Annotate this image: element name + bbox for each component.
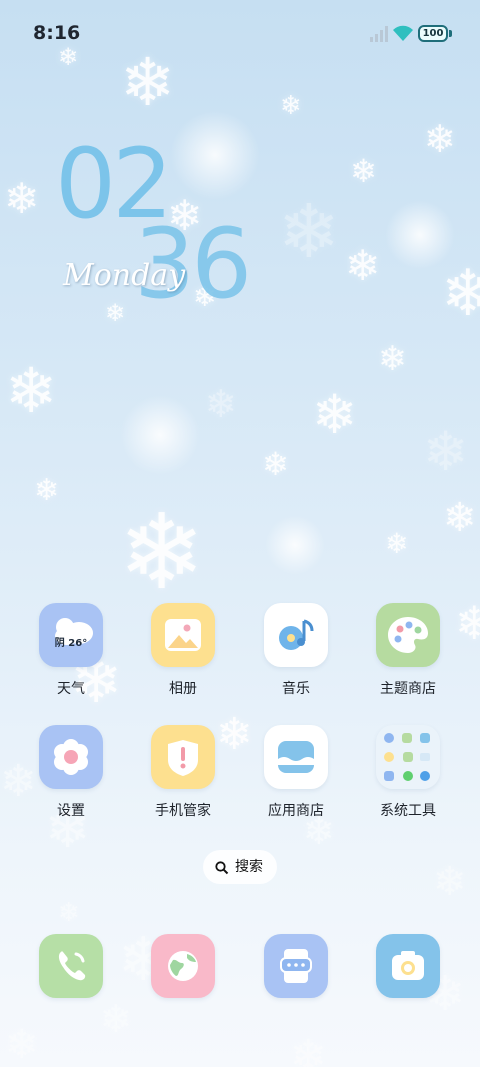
camera-icon bbox=[376, 934, 440, 998]
snowflake-icon: ❄ bbox=[5, 354, 57, 427]
store-icon bbox=[264, 725, 328, 789]
weather-badge: 阴 26° bbox=[54, 638, 88, 649]
app-app-store[interactable]: 应用商店 bbox=[246, 725, 346, 820]
snowflake-icon: ❄ bbox=[385, 527, 409, 560]
app-gallery[interactable]: 相册 bbox=[133, 603, 233, 698]
phone-icon bbox=[39, 934, 103, 998]
snowflake-icon: ❄ bbox=[118, 491, 206, 613]
app-phone-manager[interactable]: 手机管家 bbox=[133, 725, 233, 820]
snowflake-icon: ❄ bbox=[455, 596, 480, 650]
snowflake-icon: ❄ bbox=[278, 189, 341, 275]
snowflake-icon: ❄ bbox=[5, 1022, 39, 1067]
folder-system-tools[interactable]: 系统工具 bbox=[358, 725, 458, 820]
snowflake-icon: ❄ bbox=[423, 420, 469, 483]
snowflake-icon: ❄ bbox=[378, 339, 407, 379]
palette-icon bbox=[376, 603, 440, 667]
app-label: 天气 bbox=[57, 681, 85, 697]
app-label: 音乐 bbox=[282, 681, 310, 697]
wifi-icon bbox=[393, 25, 413, 41]
snowflake-icon: ❄ bbox=[345, 241, 381, 290]
browser-globe-icon bbox=[151, 934, 215, 998]
snowflake-icon: ❄ bbox=[105, 299, 126, 327]
status-time: 8:16 bbox=[33, 22, 81, 44]
app-label: 相册 bbox=[169, 681, 197, 697]
snowflake-icon: ❄ bbox=[58, 898, 80, 928]
dock-browser[interactable] bbox=[133, 934, 233, 998]
home-screen: ❄ ❄ ❄ ❄ ❄ ❄ ❄ ❄ ❄ ❄ ❄ ❄ ❄ ❄ ❄ ❄ ❄ ❄ ❄ ❄ … bbox=[0, 0, 480, 1067]
app-label: 主题商店 bbox=[380, 681, 436, 697]
snowflake-icon: ❄ bbox=[100, 997, 132, 1041]
app-label: 应用商店 bbox=[268, 803, 324, 819]
app-theme-store[interactable]: 主题商店 bbox=[358, 603, 458, 698]
snowflake-icon: ❄ bbox=[443, 495, 477, 541]
snowflake-icon: ❄ bbox=[205, 382, 237, 426]
snowflake-icon: ❄ bbox=[262, 445, 289, 483]
background-glow bbox=[265, 515, 325, 575]
app-settings[interactable]: 设置 bbox=[21, 725, 121, 820]
search-icon bbox=[215, 861, 229, 875]
snowflake-icon: ❄ bbox=[4, 174, 40, 223]
app-weather[interactable]: 阴 26° 天气 bbox=[21, 603, 121, 698]
snowflake-icon: ❄ bbox=[34, 473, 60, 508]
snowflake-icon: ❄ bbox=[441, 257, 480, 331]
snowflake-icon: ❄ bbox=[290, 1031, 327, 1067]
shield-icon bbox=[151, 725, 215, 789]
snowflake-icon: ❄ bbox=[424, 117, 456, 161]
weather-icon: 阴 26° bbox=[39, 603, 103, 667]
snowflake-icon: ❄ bbox=[433, 859, 467, 905]
app-music[interactable]: 音乐 bbox=[246, 603, 346, 698]
background-glow bbox=[170, 110, 260, 200]
snowflake-icon: ❄ bbox=[280, 91, 302, 121]
status-bar: 8:16 100 bbox=[0, 0, 480, 68]
dock-phone[interactable] bbox=[21, 934, 121, 998]
dock-messages[interactable] bbox=[246, 934, 346, 998]
gallery-icon bbox=[151, 603, 215, 667]
background-glow bbox=[120, 395, 200, 475]
app-label: 手机管家 bbox=[155, 803, 211, 819]
cellular-signal-icon bbox=[370, 26, 388, 42]
clock-day: Monday bbox=[63, 258, 186, 293]
folder-icon bbox=[376, 725, 440, 789]
battery-tip bbox=[449, 30, 452, 37]
messages-icon bbox=[264, 934, 328, 998]
settings-gear-icon bbox=[39, 725, 103, 789]
snowflake-icon: ❄ bbox=[312, 383, 358, 446]
music-icon bbox=[264, 603, 328, 667]
app-label: 系统工具 bbox=[380, 803, 436, 819]
search-label: 搜索 bbox=[235, 859, 263, 875]
dock-camera[interactable] bbox=[358, 934, 458, 998]
snowflake-icon: ❄ bbox=[350, 152, 377, 190]
app-label: 设置 bbox=[57, 803, 85, 819]
battery-icon: 100 bbox=[418, 25, 448, 42]
search-button[interactable]: 搜索 bbox=[203, 850, 277, 884]
